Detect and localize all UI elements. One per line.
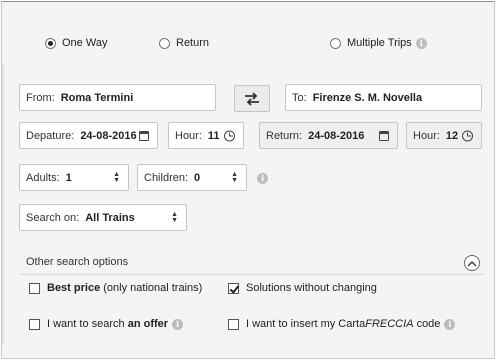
- search-offer-checkbox[interactable]: I want to search an offer i: [29, 318, 184, 330]
- options-divider: [20, 274, 484, 275]
- children-value: 0: [194, 171, 201, 184]
- best-price-rest: (only national trains): [103, 282, 203, 294]
- info-icon[interactable]: i: [444, 318, 456, 330]
- best-price-checkbox[interactable]: Best price (only national trains): [29, 282, 202, 294]
- search-offer-bold: an offer: [127, 318, 169, 330]
- radio-return-circle[interactable]: [159, 37, 170, 49]
- departure-date-label: Depature:: [26, 129, 75, 142]
- calendar-icon[interactable]: [139, 130, 149, 141]
- carta-freccia-checkbox[interactable]: I want to insert my CartaFRECCIA code i: [228, 318, 456, 330]
- from-label: From:: [26, 91, 55, 104]
- radio-multiple-trips[interactable]: Multiple Trips i: [330, 37, 427, 49]
- up-down-icon: ▲ ▼: [113, 170, 120, 184]
- search-on-select[interactable]: Search on: All Trains ▲ ▼: [19, 204, 187, 231]
- info-icon[interactable]: i: [257, 173, 268, 184]
- from-value: Roma Termini: [60, 91, 134, 104]
- clock-icon[interactable]: [224, 130, 235, 141]
- chevron-up-icon: [467, 260, 477, 267]
- best-price-box[interactable]: [29, 282, 40, 294]
- search-offer-box[interactable]: [29, 318, 40, 330]
- radio-one-way-label: One Way: [62, 37, 108, 49]
- departure-date-value: 24-08-2016: [80, 129, 137, 142]
- radio-multiple-trips-circle[interactable]: [330, 37, 341, 49]
- to-label: To:: [292, 91, 307, 104]
- carta-freccia-prefix: I want to insert my Carta: [246, 318, 366, 330]
- to-value: Firenze S. M. Novella: [312, 91, 423, 104]
- departure-hour-value: 11: [207, 129, 220, 142]
- collapse-button[interactable]: [464, 255, 480, 271]
- return-hour-label: Hour:: [413, 129, 440, 142]
- departure-hour-field[interactable]: Hour: 11: [168, 122, 244, 149]
- carta-freccia-suffix: code: [416, 318, 441, 330]
- carta-freccia-box[interactable]: [228, 318, 239, 330]
- best-price-bold: Best price: [47, 282, 101, 294]
- swap-button[interactable]: [234, 85, 270, 112]
- carta-freccia-italic: FRECCIA: [365, 318, 414, 330]
- solutions-without-changing-label: Solutions without changing: [246, 282, 377, 294]
- radio-return-label: Return: [176, 37, 210, 49]
- up-down-icon: ▲ ▼: [171, 210, 178, 224]
- children-select[interactable]: Children: 0 ▲ ▼: [137, 164, 247, 191]
- departure-date-field[interactable]: Depature: 24-08-2016: [19, 122, 158, 149]
- best-price-label: Best price (only national trains): [47, 282, 202, 294]
- search-offer-label: I want to search an offer: [47, 318, 168, 330]
- adults-select[interactable]: Adults: 1 ▲ ▼: [19, 164, 129, 191]
- to-field[interactable]: To: Firenze S. M. Novella: [285, 84, 482, 111]
- panel-left-border: [2, 64, 4, 344]
- up-down-icon: ▲ ▼: [231, 170, 238, 184]
- clock-icon[interactable]: [462, 130, 473, 141]
- adults-label: Adults:: [26, 171, 60, 184]
- calendar-icon[interactable]: [379, 130, 389, 141]
- return-hour-value: 12: [445, 129, 459, 142]
- search-on-value: All Trains: [85, 211, 135, 224]
- swap-arrows-icon: [245, 91, 259, 106]
- return-date-value: 24-08-2016: [308, 129, 365, 142]
- carta-freccia-label: I want to insert my CartaFRECCIA code: [246, 318, 440, 330]
- radio-one-way[interactable]: One Way: [45, 37, 107, 49]
- radio-return[interactable]: Return: [159, 37, 209, 49]
- search-on-label: Search on:: [26, 211, 80, 224]
- adults-value: 1: [65, 171, 72, 184]
- search-panel: One Way Return Multiple Trips i From: Ro…: [1, 1, 495, 359]
- solutions-without-changing-box[interactable]: [228, 282, 239, 294]
- from-field[interactable]: From: Roma Termini: [19, 84, 216, 111]
- children-label: Children:: [144, 171, 189, 184]
- radio-one-way-circle[interactable]: [45, 37, 56, 49]
- departure-hour-label: Hour:: [175, 129, 202, 142]
- radio-multiple-trips-label: Multiple Trips: [347, 37, 412, 49]
- return-date-label: Return:: [266, 129, 303, 142]
- return-hour-field[interactable]: Hour: 12: [406, 122, 482, 149]
- solutions-without-changing-checkbox[interactable]: Solutions without changing: [228, 282, 377, 294]
- other-options-title: Other search options: [26, 256, 129, 268]
- info-icon[interactable]: i: [172, 318, 184, 330]
- search-offer-prefix: I want to search: [47, 318, 125, 330]
- info-icon[interactable]: i: [415, 37, 427, 49]
- return-date-field[interactable]: Return: 24-08-2016: [259, 122, 398, 149]
